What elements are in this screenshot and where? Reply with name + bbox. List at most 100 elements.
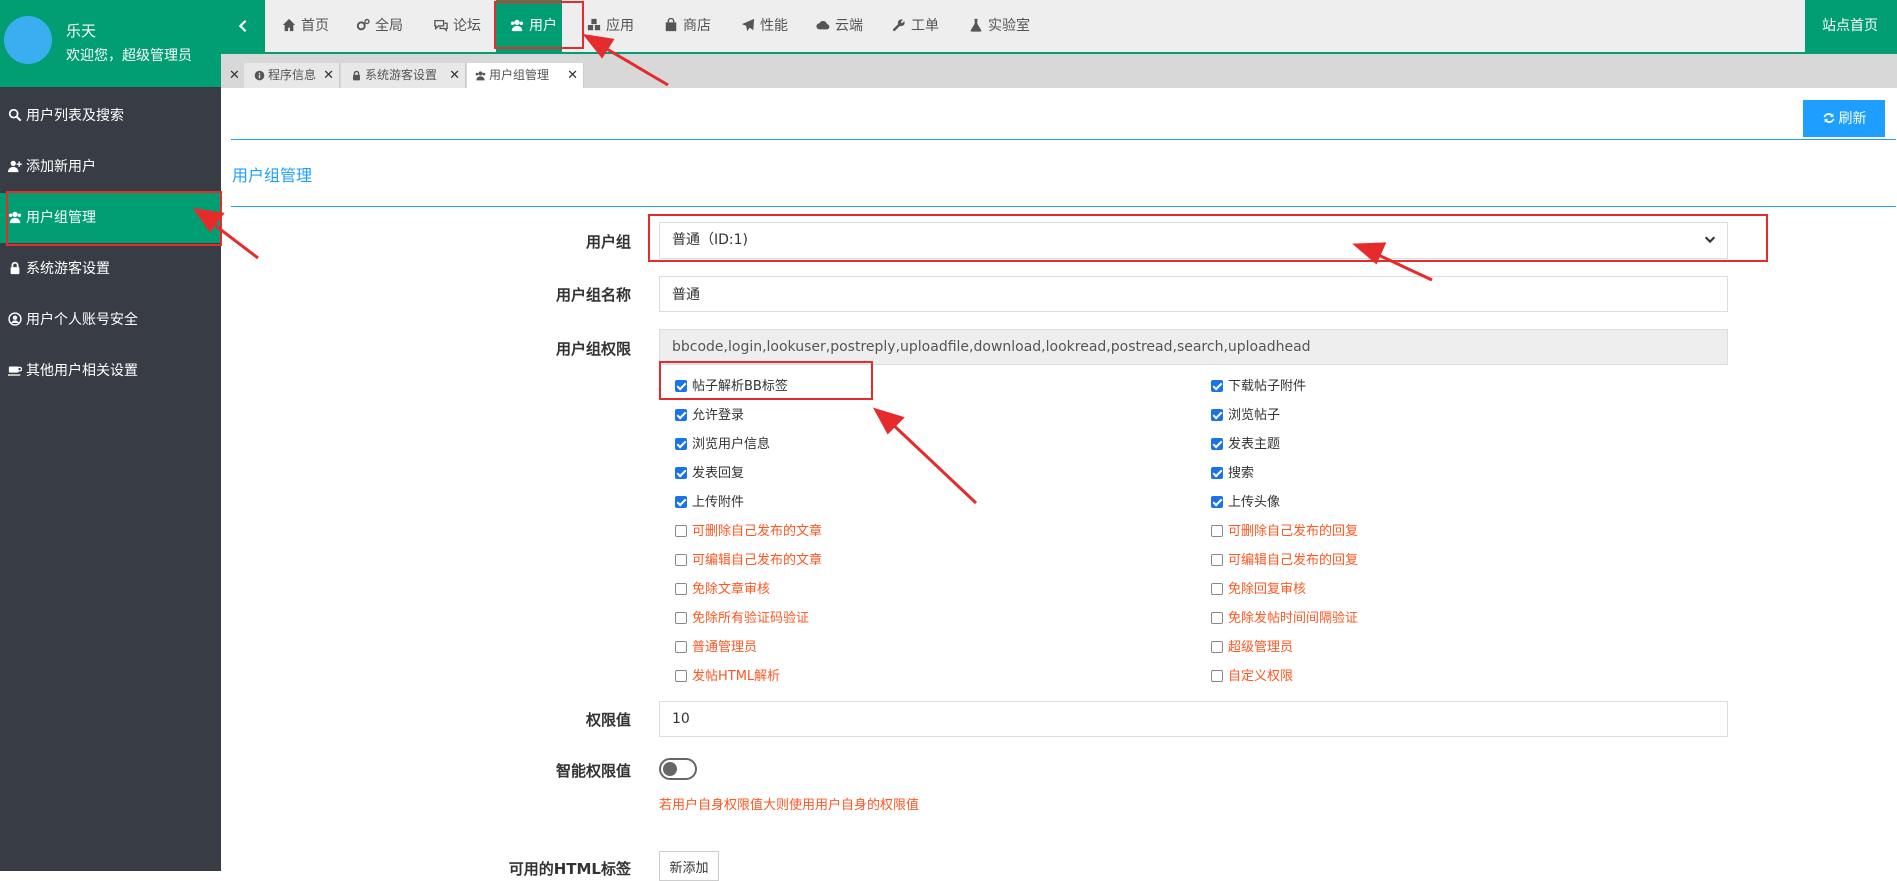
checkbox-checked[interactable] [1211, 467, 1223, 479]
sidebar-item-user-groups[interactable]: 用户组管理 [0, 193, 221, 243]
divider [231, 206, 1896, 207]
sidebar: 乐天 欢迎您，超级管理员 用户列表及搜索 添加新用户 用户组管理 系统游客设置 … [0, 0, 221, 871]
checkbox-checked[interactable] [675, 380, 687, 392]
sidebar-item-add-user[interactable]: 添加新用户 [0, 142, 221, 192]
permission-checkbox-item[interactable]: 免除回复审核 [1211, 581, 1306, 599]
tab-label: 系统游客设置 [365, 68, 438, 82]
coffee-icon [8, 366, 23, 376]
close-all-tabs-icon[interactable]: ✕ [229, 68, 240, 83]
refresh-label: 刷新 [1838, 110, 1867, 126]
checkbox-unchecked[interactable] [675, 670, 687, 682]
nav-item-tickets[interactable]: 工单 [892, 0, 939, 52]
checkbox-unchecked[interactable] [675, 525, 687, 537]
divider [231, 139, 1896, 140]
sidebar-item-user-list[interactable]: 用户列表及搜索 [0, 91, 221, 141]
sidebar-toggle-button[interactable] [221, 0, 265, 52]
permission-value-input[interactable] [659, 701, 1728, 737]
permission-checkbox-item[interactable]: 浏览用户信息 [675, 436, 770, 454]
permission-label: 帖子解析BB标签 [692, 379, 788, 394]
checkbox-unchecked[interactable] [675, 641, 687, 653]
permission-checkbox-item[interactable]: 上传附件 [675, 494, 744, 512]
permission-checkbox-item[interactable]: 允许登录 [675, 407, 744, 425]
permission-label: 下载帖子附件 [1228, 379, 1307, 394]
checkbox-unchecked[interactable] [1211, 525, 1223, 537]
permission-checkbox-item[interactable]: 上传头像 [1211, 494, 1280, 512]
nav-item-label: 商店 [683, 18, 711, 34]
checkbox-unchecked[interactable] [1211, 612, 1223, 624]
permission-checkbox-item[interactable]: 下载帖子附件 [1211, 378, 1306, 396]
permission-label: 免除回复审核 [1228, 582, 1307, 597]
sidebar-item-guest-settings[interactable]: 系统游客设置 [0, 244, 221, 294]
group-name-input[interactable] [659, 276, 1728, 312]
smart-permission-toggle[interactable] [659, 758, 697, 780]
permission-label: 上传头像 [1228, 495, 1281, 510]
permission-checkbox-item[interactable]: 免除所有验证码验证 [675, 610, 809, 628]
permission-label: 免除发帖时间间隔验证 [1228, 611, 1359, 626]
permission-checkbox-item[interactable]: 发帖HTML解析 [675, 668, 780, 686]
permission-checkbox-item[interactable]: 帖子解析BB标签 [675, 378, 788, 396]
nav-item-store[interactable]: 商店 [664, 0, 711, 52]
nav-item-users[interactable]: 用户 [496, 0, 562, 52]
nav-item-home[interactable]: 首页 [282, 0, 329, 52]
checkbox-checked[interactable] [675, 409, 687, 421]
tab-user-groups[interactable]: 用户组管理 ✕ [467, 63, 584, 88]
permission-checkbox-item[interactable]: 超级管理员 [1211, 639, 1293, 657]
permission-checkbox-item[interactable]: 免除发帖时间间隔验证 [1211, 610, 1358, 628]
checkbox-unchecked[interactable] [1211, 554, 1223, 566]
nav-item-label: 全局 [375, 18, 403, 34]
close-icon[interactable]: ✕ [323, 63, 334, 88]
checkbox-unchecked[interactable] [675, 612, 687, 624]
nav-item-lab[interactable]: 实验室 [969, 0, 1030, 52]
close-icon[interactable]: ✕ [567, 63, 578, 88]
permission-label: 可编辑自己发布的回复 [1228, 553, 1359, 568]
nav-item-performance[interactable]: 性能 [741, 0, 788, 52]
permission-checkbox-item[interactable]: 可编辑自己发布的文章 [675, 552, 822, 570]
add-html-tag-button[interactable]: 新添加 [659, 851, 719, 881]
permission-checkbox-item[interactable]: 搜索 [1211, 465, 1254, 483]
permission-checkbox-item[interactable]: 发表回复 [675, 465, 744, 483]
permission-checkbox-item[interactable]: 可删除自己发布的文章 [675, 523, 822, 541]
permission-checkbox-item[interactable]: 发表主题 [1211, 436, 1280, 454]
nav-item-label: 云端 [835, 18, 863, 34]
checkbox-checked[interactable] [1211, 409, 1223, 421]
permission-label: 搜索 [1228, 466, 1255, 481]
checkbox-unchecked[interactable] [675, 583, 687, 595]
permission-checkbox-item[interactable]: 可删除自己发布的回复 [1211, 523, 1358, 541]
user-panel: 乐天 欢迎您，超级管理员 [0, 0, 221, 87]
checkbox-checked[interactable] [675, 496, 687, 508]
permission-checkbox-item[interactable]: 自定义权限 [1211, 668, 1293, 686]
group-select[interactable]: 普通（ID:1) [659, 222, 1728, 259]
permission-label: 可删除自己发布的文章 [692, 524, 823, 539]
wrench-icon [892, 19, 905, 32]
checkbox-checked[interactable] [1211, 438, 1223, 450]
permission-label: 发帖HTML解析 [692, 669, 781, 684]
sidebar-item-account-security[interactable]: 用户个人账号安全 [0, 295, 221, 345]
permission-label: 允许登录 [692, 408, 745, 423]
permission-label: 发表主题 [1228, 437, 1281, 452]
checkbox-checked[interactable] [675, 438, 687, 450]
site-home-link[interactable]: 站点首页 [1805, 0, 1897, 52]
nav-item-global[interactable]: 全局 [356, 0, 403, 52]
permission-checkbox-item[interactable]: 免除文章审核 [675, 581, 770, 599]
tab-program-info[interactable]: 程序信息 ✕ [244, 63, 340, 88]
permission-checkbox-item[interactable]: 普通管理员 [675, 639, 757, 657]
tab-guest-settings[interactable]: 系统游客设置 ✕ [341, 63, 466, 88]
checkbox-checked[interactable] [1211, 496, 1223, 508]
checkbox-unchecked[interactable] [1211, 583, 1223, 595]
checkbox-unchecked[interactable] [1211, 641, 1223, 653]
avatar[interactable] [4, 16, 52, 64]
refresh-button[interactable]: 刷新 [1803, 100, 1885, 137]
permission-checkbox-item[interactable]: 可编辑自己发布的回复 [1211, 552, 1358, 570]
sidebar-item-other-settings[interactable]: 其他用户相关设置 [0, 346, 221, 396]
permission-checkbox-item[interactable]: 浏览帖子 [1211, 407, 1280, 425]
checkbox-checked[interactable] [675, 467, 687, 479]
group-name-label: 用户组名称 [555, 286, 631, 304]
permission-label: 超级管理员 [1228, 640, 1294, 655]
checkbox-unchecked[interactable] [1211, 670, 1223, 682]
checkbox-checked[interactable] [1211, 380, 1223, 392]
checkbox-unchecked[interactable] [675, 554, 687, 566]
nav-item-cloud[interactable]: 云端 [816, 0, 863, 52]
nav-item-apps[interactable]: 应用 [587, 0, 634, 52]
close-icon[interactable]: ✕ [449, 63, 460, 88]
nav-item-forum[interactable]: 论坛 [434, 0, 481, 52]
